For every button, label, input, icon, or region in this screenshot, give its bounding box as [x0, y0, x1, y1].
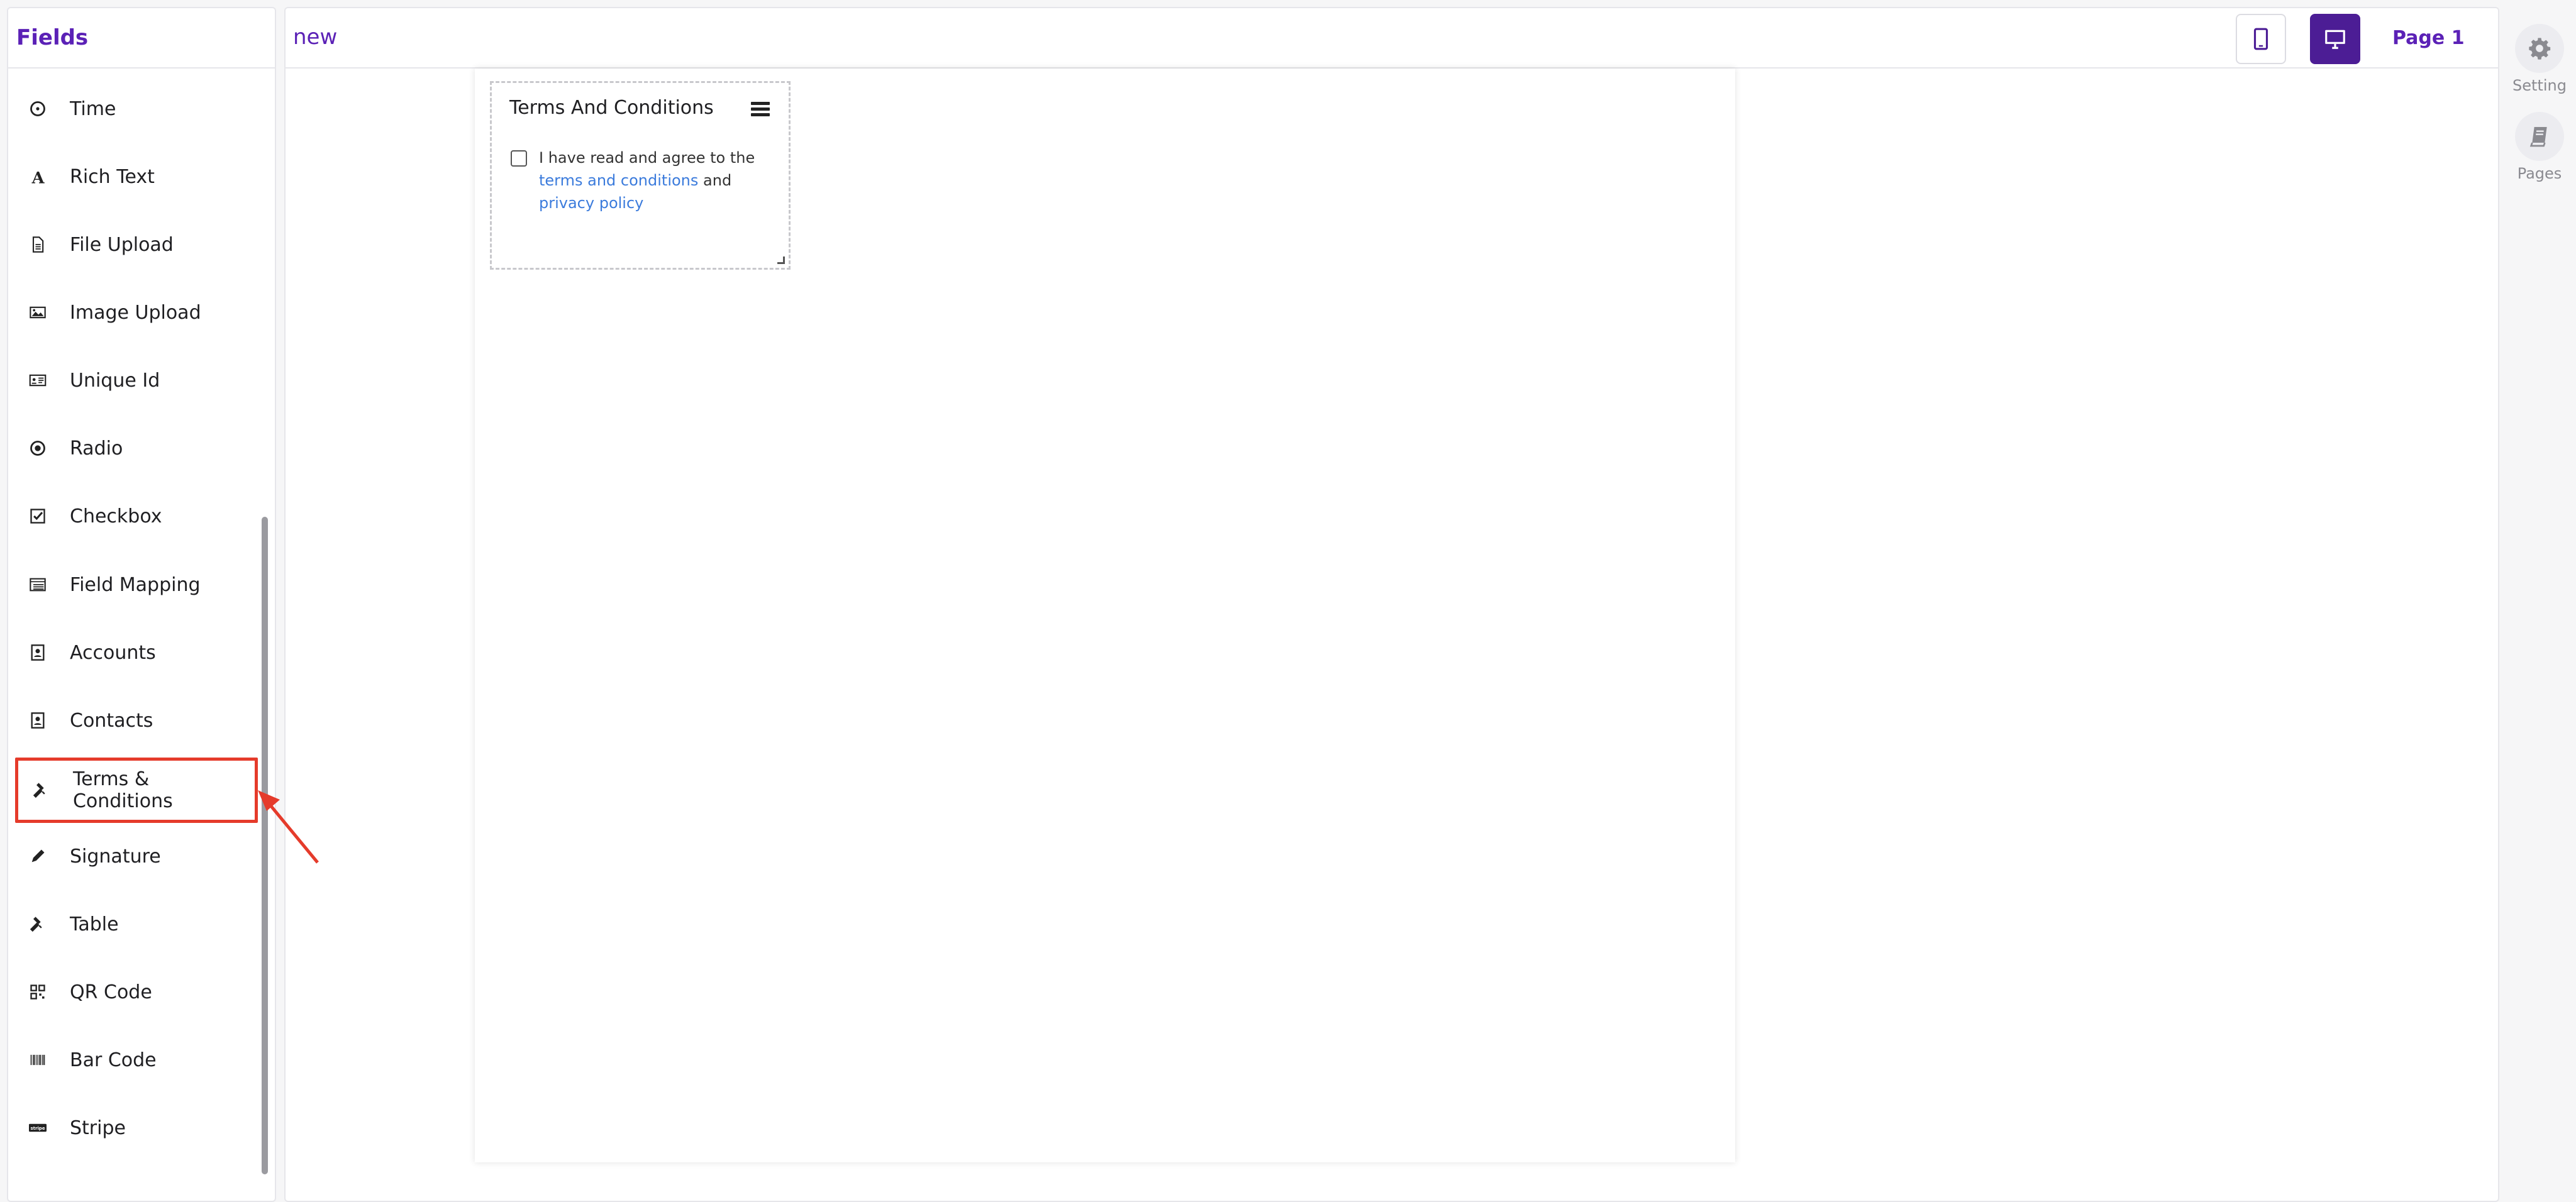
setting-button[interactable]	[2515, 24, 2564, 73]
field-item-unique-id[interactable]: Unique Id	[7, 350, 252, 411]
field-item-label: Bar Code	[70, 1049, 157, 1071]
pen-icon	[28, 847, 47, 866]
field-item-image-upload[interactable]: Image Upload	[7, 282, 252, 343]
tablet-icon	[2253, 28, 2268, 50]
field-item-label: Field Mapping	[70, 573, 201, 596]
account-icon	[28, 643, 47, 662]
field-item-field-mapping[interactable]: Field Mapping	[7, 554, 252, 615]
field-item-stripe[interactable]: stripe Stripe	[7, 1098, 252, 1158]
field-item-signature[interactable]: Signature	[7, 826, 252, 886]
qr-code-icon	[28, 983, 47, 1001]
field-item-label: File Upload	[70, 233, 174, 256]
field-item-label: Unique Id	[70, 369, 160, 392]
page-indicator[interactable]: Page 1	[2392, 27, 2465, 49]
terms-link[interactable]: terms and conditions	[539, 172, 698, 189]
stripe-icon: stripe	[28, 1118, 47, 1137]
field-item-accounts[interactable]: Accounts	[7, 622, 252, 683]
sidebar-title: Fields	[8, 8, 275, 69]
terms-text: I have read and agree to the terms and c…	[539, 146, 778, 214]
field-item-qr-code[interactable]: QR Code	[7, 962, 252, 1022]
radio-icon	[28, 439, 47, 458]
field-item-label: Signature	[70, 845, 161, 868]
field-item-label: Checkbox	[70, 505, 162, 527]
image-icon	[28, 303, 47, 322]
pages-button[interactable]	[2515, 112, 2564, 161]
contact-icon	[28, 711, 47, 730]
field-item-label: Stripe	[70, 1117, 126, 1139]
book-icon	[2529, 127, 2547, 147]
svg-text:A: A	[31, 169, 45, 186]
gear-icon	[2529, 38, 2551, 60]
builder-header: new Page 1	[286, 8, 2498, 69]
sidebar-scrollbar[interactable]	[262, 517, 268, 1174]
field-item-label: Image Upload	[70, 301, 201, 324]
svg-text:stripe: stripe	[30, 1126, 45, 1131]
desktop-icon	[2325, 30, 2345, 49]
hamburger-menu-icon[interactable]	[751, 102, 770, 117]
field-item-rich-text[interactable]: A Rich Text	[7, 146, 252, 207]
agree-checkbox[interactable]	[511, 150, 527, 167]
terms-text-prefix: I have read and agree to the	[539, 149, 755, 167]
field-item-label: Accounts	[70, 641, 156, 664]
field-item-time[interactable]: Time	[7, 79, 252, 139]
field-item-label: Rich Text	[70, 165, 155, 188]
field-item-checkbox[interactable]: Checkbox	[7, 486, 252, 546]
terms-text-and: and	[703, 172, 732, 189]
id-card-icon	[28, 371, 47, 390]
privacy-link[interactable]: privacy policy	[539, 194, 643, 212]
file-icon	[28, 235, 47, 254]
field-item-label: Terms & Conditions	[72, 768, 173, 812]
barcode-icon	[28, 1050, 47, 1069]
form-name[interactable]: new	[293, 25, 337, 50]
gavel-icon	[31, 781, 50, 800]
field-item-label: Contacts	[70, 709, 153, 732]
terms-widget[interactable]: Terms And Conditions I have read and agr…	[490, 81, 791, 270]
field-item-label: QR Code	[70, 981, 152, 1003]
field-item-terms-and-conditions[interactable]: Terms & Conditions	[15, 758, 258, 823]
resize-handle[interactable]	[777, 256, 785, 264]
field-item-radio[interactable]: Radio	[7, 418, 252, 478]
setting-label: Setting	[2512, 77, 2567, 94]
field-item-file-upload[interactable]: File Upload	[7, 214, 252, 275]
rich-text-icon: A	[28, 167, 47, 186]
desktop-view-button[interactable]	[2310, 14, 2360, 64]
field-item-label: Table	[70, 913, 119, 935]
field-item-bar-code[interactable]: Bar Code	[7, 1030, 252, 1090]
field-item-label: Time	[70, 97, 116, 120]
field-mapping-icon	[28, 575, 47, 594]
gavel-icon	[28, 915, 47, 934]
tablet-view-button[interactable]	[2236, 14, 2286, 64]
field-item-label: Radio	[70, 437, 123, 460]
pages-label: Pages	[2517, 165, 2562, 182]
field-item-contacts[interactable]: Contacts	[7, 690, 252, 751]
clock-icon	[28, 99, 47, 118]
checkbox-icon	[28, 507, 47, 526]
widget-title: Terms And Conditions	[509, 97, 714, 119]
field-item-table[interactable]: Table	[7, 894, 252, 954]
